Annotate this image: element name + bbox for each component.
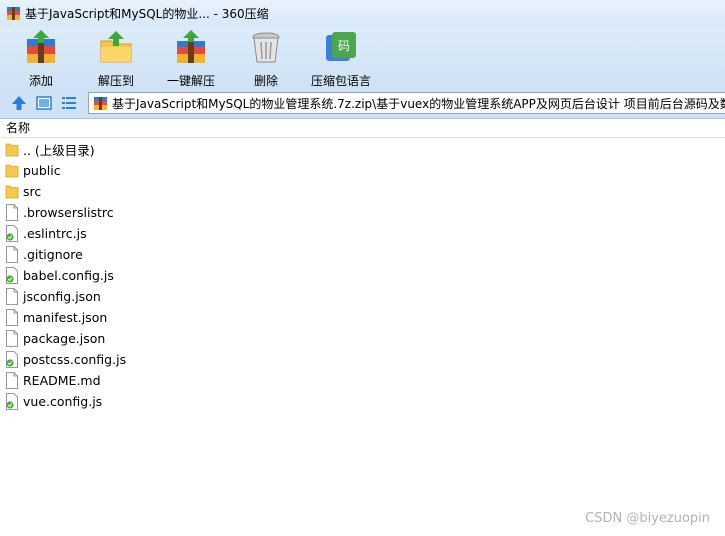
file-name: vue.config.js: [23, 394, 103, 409]
one-click-extract-button[interactable]: 一键解压: [153, 29, 229, 89]
up-level-button[interactable]: [10, 94, 28, 112]
delete-button[interactable]: 删除: [228, 29, 304, 89]
file-name: src: [23, 184, 42, 199]
file-row[interactable]: .browserslistrc: [0, 202, 725, 223]
delete-trash-icon: [252, 32, 280, 63]
js-file-icon: [6, 225, 18, 242]
folder-row[interactable]: src: [0, 181, 725, 202]
list-view-icon: [62, 97, 76, 109]
file-row[interactable]: vue.config.js: [0, 391, 725, 412]
file-name: jsconfig.json: [23, 289, 101, 304]
file-name: package.json: [23, 331, 106, 346]
file-row[interactable]: .eslintrc.js: [0, 223, 725, 244]
column-header-name[interactable]: 名称: [0, 119, 725, 138]
js-file-icon: [6, 267, 18, 284]
file-row[interactable]: package.json: [0, 328, 725, 349]
file-row[interactable]: manifest.json: [0, 307, 725, 328]
folder-icon: [5, 185, 19, 199]
file-icon: [6, 309, 18, 326]
column-name-label: 名称: [6, 121, 31, 135]
file-name: .eslintrc.js: [23, 226, 87, 241]
file-icon: [6, 372, 18, 389]
up-arrow-icon: [12, 96, 26, 110]
file-name: README.md: [23, 373, 101, 388]
address-bar[interactable]: 基于JavaScript和MySQL的物业管理系统.7z.zip\基于vuex的…: [88, 92, 725, 114]
js-file-icon: [6, 351, 18, 368]
file-icon: [6, 246, 18, 263]
file-icon: [6, 330, 18, 347]
file-row[interactable]: .gitignore: [0, 244, 725, 265]
folder-icon: [5, 164, 19, 178]
js-file-icon: [6, 393, 18, 410]
extract-to-button[interactable]: 解压到: [78, 29, 154, 89]
file-row[interactable]: jsconfig.json: [0, 286, 725, 307]
file-name: postcss.config.js: [23, 352, 127, 367]
file-name: public: [23, 163, 61, 178]
thumbnail-view-icon: [36, 96, 52, 110]
view-list-button[interactable]: [60, 94, 78, 112]
archive-language-button[interactable]: 码 压缩包语言: [303, 29, 379, 89]
file-row[interactable]: README.md: [0, 370, 725, 391]
title-bar: 基于JavaScript和MySQL的物业... - 360压缩: [0, 0, 725, 26]
file-name: .. (上级目录): [23, 143, 95, 158]
folder-icon: [5, 143, 19, 157]
file-name: babel.config.js: [23, 268, 114, 283]
zip-file-icon: [94, 96, 107, 110]
file-icon: [6, 288, 18, 305]
add-archive-icon: [27, 30, 55, 63]
file-name: manifest.json: [23, 310, 108, 325]
file-row[interactable]: babel.config.js: [0, 265, 725, 286]
add-label: 添加: [28, 74, 53, 88]
view-thumbnail-button[interactable]: [35, 94, 53, 112]
file-list: .. (上级目录) public src .browserslistrc .eslint…: [0, 139, 725, 412]
file-row[interactable]: postcss.config.js: [0, 349, 725, 370]
extract-to-label: 解压到: [97, 74, 134, 88]
window-title: 基于JavaScript和MySQL的物业... - 360压缩: [25, 6, 269, 21]
add-button[interactable]: 添加: [3, 29, 79, 89]
main-toolbar: 添加 解压到 一键解压 删除 码 压缩包语言: [0, 26, 725, 88]
archive-language-label: 压缩包语言: [310, 74, 371, 88]
address-path: 基于JavaScript和MySQL的物业管理系统.7z.zip\基于vuex的…: [112, 96, 725, 111]
file-name: .gitignore: [23, 247, 83, 262]
folder-row[interactable]: public: [0, 160, 725, 181]
svg-text:码: 码: [338, 39, 350, 53]
file-icon: [6, 204, 18, 221]
one-click-extract-icon: [177, 30, 205, 63]
one-click-extract-label: 一键解压: [166, 74, 215, 88]
navigation-bar: 基于JavaScript和MySQL的物业管理系统.7z.zip\基于vuex的…: [0, 88, 725, 119]
archive-language-icon: 码: [326, 32, 356, 61]
file-name: .browserslistrc: [23, 205, 114, 220]
delete-label: 删除: [253, 74, 278, 88]
folder-row[interactable]: .. (上级目录): [0, 139, 725, 160]
extract-to-icon: [100, 31, 132, 63]
watermark: CSDN @biyezuopin: [585, 511, 710, 526]
archive-app-icon: [7, 6, 20, 20]
